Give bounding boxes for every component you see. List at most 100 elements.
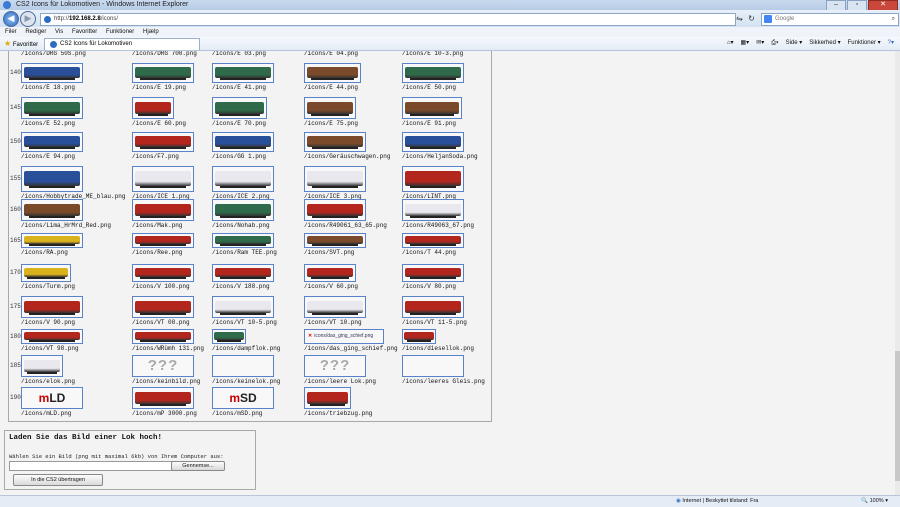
- icon-filename-link[interactable]: /icons/diesellok.png: [402, 345, 474, 352]
- icon-filename-link[interactable]: /icons/VT 11-5.png: [402, 319, 467, 326]
- icon-filename-link[interactable]: /icons/DRG 700.png: [132, 51, 197, 57]
- icon-filename-link[interactable]: /icons/E 10-3.png: [402, 51, 463, 57]
- icon-filename-link[interactable]: /icons/triebzug.png: [304, 410, 372, 417]
- icon-filename-link[interactable]: /icons/E 44.png: [304, 84, 361, 91]
- icon-filename-link[interactable]: /icons/E 18.png: [21, 84, 83, 91]
- icon-filename-link[interactable]: /icons/V 100.png: [132, 283, 194, 290]
- icon-thumbnail[interactable]: [132, 199, 194, 221]
- icon-thumbnail[interactable]: [212, 264, 274, 282]
- icon-thumbnail[interactable]: [212, 132, 274, 152]
- icon-filename-link[interactable]: /icons/E 91.png: [402, 120, 462, 127]
- icon-thumbnail[interactable]: [304, 132, 366, 152]
- icon-filename-link[interactable]: /icons/VT 10-5.png: [212, 319, 277, 326]
- icon-filename-link[interactable]: /icons/F7.png: [132, 153, 194, 160]
- icon-thumbnail[interactable]: [21, 166, 83, 192]
- icon-thumbnail[interactable]: [21, 264, 71, 282]
- icon-thumbnail[interactable]: [132, 296, 194, 318]
- icon-filename-link[interactable]: /icons/E 50.png: [402, 84, 464, 91]
- icon-filename-link[interactable]: /icons/Mak.png: [132, 222, 194, 229]
- icon-filename-link[interactable]: /icons/mSD.png: [212, 410, 274, 417]
- address-input[interactable]: http://192.168.2.8/icons/: [40, 13, 736, 26]
- icon-filename-link[interactable]: /icons/VT 08.png: [132, 319, 194, 326]
- icon-filename-link[interactable]: /icons/dampflok.png: [212, 345, 280, 352]
- menu-favorites[interactable]: Favoritter: [72, 29, 97, 35]
- icon-filename-link[interactable]: /icons/E 52.png: [21, 120, 83, 127]
- icon-thumbnail[interactable]: [304, 387, 351, 409]
- icon-filename-link[interactable]: /icons/V 188.png: [212, 283, 274, 290]
- browse-button[interactable]: Gennemse...: [171, 461, 225, 471]
- icon-filename-link[interactable]: /icons/E 94.png: [21, 153, 83, 160]
- icon-filename-link[interactable]: /icons/V 90.png: [21, 319, 83, 326]
- icon-thumbnail[interactable]: [21, 97, 83, 119]
- icon-thumbnail[interactable]: [304, 97, 356, 119]
- icon-thumbnail[interactable]: [21, 132, 83, 152]
- icon-filename-link[interactable]: /icons/leere Lok.png: [304, 378, 376, 385]
- icon-thumbnail[interactable]: [21, 199, 83, 221]
- icon-filename-link[interactable]: /icons/Lima_HrMrd_Red.png: [21, 222, 111, 229]
- forward-button[interactable]: ▶: [20, 11, 36, 27]
- icon-thumbnail[interactable]: [212, 97, 267, 119]
- icon-filename-link[interactable]: /icons/HeljanSoda.png: [402, 153, 478, 160]
- icon-thumbnail[interactable]: [304, 296, 366, 318]
- favorites-button[interactable]: ★ Favoritter: [4, 37, 38, 52]
- icon-filename-link[interactable]: /icons/E 75.png: [304, 120, 358, 127]
- icon-thumbnail[interactable]: [21, 329, 83, 344]
- icon-thumbnail[interactable]: [304, 199, 366, 221]
- icon-thumbnail[interactable]: [132, 166, 194, 192]
- icon-thumbnail[interactable]: [402, 132, 464, 152]
- icon-thumbnail[interactable]: [304, 166, 366, 192]
- icon-filename-link[interactable]: /icons/E 03.png: [212, 51, 266, 57]
- icon-filename-link[interactable]: /icons/Geräuschwagen.png: [304, 153, 390, 160]
- icon-thumbnail[interactable]: [402, 296, 464, 318]
- menu-help[interactable]: Hjælp: [143, 29, 159, 35]
- home-icon[interactable]: ⌂▾: [727, 37, 734, 50]
- icon-thumbnail[interactable]: [212, 296, 274, 318]
- icon-filename-link[interactable]: /icons/mLD.png: [21, 410, 83, 417]
- icon-filename-link[interactable]: /icons/VT 98.png: [21, 345, 83, 352]
- icon-thumbnail[interactable]: [132, 233, 194, 248]
- scrollbar-thumb[interactable]: [895, 351, 900, 481]
- icon-filename-link[interactable]: /icons/E 70.png: [212, 120, 267, 127]
- print-icon[interactable]: ⎙▾: [771, 37, 778, 50]
- icon-filename-link[interactable]: /icons/R49061_63_65.png: [304, 222, 387, 229]
- icon-filename-link[interactable]: /icons/Turm.png: [21, 283, 75, 290]
- icon-thumbnail[interactable]: [402, 63, 464, 83]
- icon-thumbnail[interactable]: [212, 199, 274, 221]
- submit-button[interactable]: In die CS2 übertragen: [13, 474, 103, 486]
- icon-filename-link[interactable]: /icons/E 19.png: [132, 84, 194, 91]
- icon-filename-link[interactable]: /icons/E 04.png: [304, 51, 358, 57]
- icon-thumbnail[interactable]: [212, 329, 246, 344]
- menu-edit[interactable]: Rediger: [25, 29, 46, 35]
- icon-filename-link[interactable]: /icons/keinelok.png: [212, 378, 280, 385]
- icon-filename-link[interactable]: /icons/das_ging_schief.png: [304, 345, 398, 352]
- icon-thumbnail[interactable]: [212, 233, 274, 248]
- icon-filename-link[interactable]: /icons/E 60.png: [132, 120, 186, 127]
- icon-filename-link[interactable]: /icons/leeres Gleis.png: [402, 378, 485, 385]
- icon-thumbnail[interactable]: [132, 329, 194, 344]
- search-icon[interactable]: ⌕: [892, 14, 895, 25]
- icon-thumbnail[interactable]: [21, 355, 63, 377]
- icon-thumbnail[interactable]: [402, 199, 464, 221]
- icon-filename-link[interactable]: /icons/V 60.png: [304, 283, 358, 290]
- icon-filename-link[interactable]: /icons/elok.png: [21, 378, 75, 385]
- icon-thumbnail[interactable]: [402, 264, 464, 282]
- icon-thumbnail[interactable]: [304, 233, 366, 248]
- icon-filename-link[interactable]: /icons/RA.png: [21, 249, 83, 256]
- icon-thumbnail[interactable]: [132, 63, 194, 83]
- icon-thumbnail[interactable]: mSD: [212, 387, 274, 409]
- icon-thumbnail[interactable]: ???: [132, 355, 194, 377]
- search-field[interactable]: Google ⌕: [761, 13, 899, 26]
- icon-thumbnail[interactable]: [21, 296, 83, 318]
- icon-thumbnail[interactable]: [21, 233, 83, 248]
- menu-tools[interactable]: Funktioner: [106, 29, 134, 35]
- icon-thumbnail[interactable]: [402, 329, 436, 344]
- icon-thumbnail[interactable]: [402, 355, 464, 377]
- icon-thumbnail[interactable]: [132, 97, 174, 119]
- icon-thumbnail[interactable]: mLD: [21, 387, 83, 409]
- zoom-level[interactable]: 🔍 100% ▾: [861, 496, 888, 507]
- compatibility-icon[interactable]: ⇋: [734, 13, 745, 24]
- refresh-icon[interactable]: ↻: [746, 13, 757, 24]
- safety-menu[interactable]: Sikkerhed ▾: [809, 37, 840, 50]
- feeds-icon[interactable]: ▦▾: [741, 37, 750, 50]
- icon-filename-link[interactable]: /icons/Ree.png: [132, 249, 194, 256]
